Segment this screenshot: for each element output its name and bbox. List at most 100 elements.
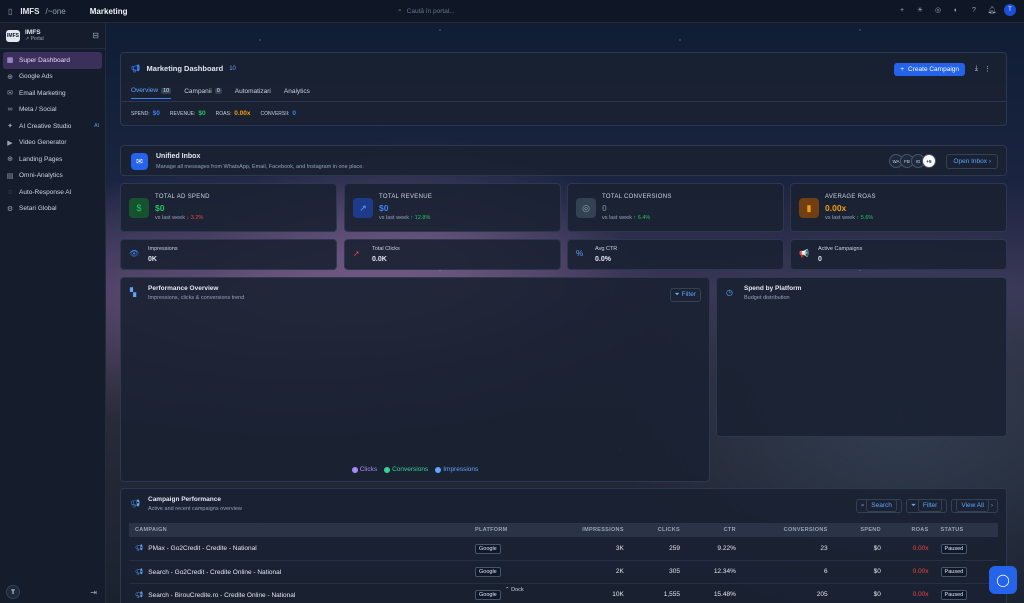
column-header[interactable]: IMPRESSIONS bbox=[542, 523, 630, 537]
view-all-button[interactable]: View All › bbox=[951, 499, 998, 513]
tab-label: Overview bbox=[131, 87, 159, 94]
table-row[interactable]: 📢︎ PMax - Go2Credit - Credite - National G… bbox=[129, 537, 998, 561]
kpi-value: $0 bbox=[155, 203, 165, 213]
legend-item[interactable]: Impressions bbox=[435, 466, 478, 473]
performance-subtitle: Impressions, clicks & conversions trend bbox=[148, 295, 245, 301]
mini-kpi-label: Impressions bbox=[148, 246, 178, 252]
sidebar-item-meta-social[interactable]: ∞ Meta / Social bbox=[3, 102, 102, 119]
grid-icon: ▦ bbox=[6, 57, 14, 65]
sidebar-item-label: Omni-Analytics bbox=[19, 172, 63, 180]
legend-item[interactable]: Conversions bbox=[384, 466, 428, 473]
column-header[interactable]: ROAS bbox=[887, 523, 935, 537]
create-campaign-button[interactable]: + Create Campaign bbox=[894, 63, 965, 76]
logout-icon[interactable]: ⇥ bbox=[90, 588, 97, 597]
sidebar-item-omni-analytics[interactable]: ▤ Omni-Analytics bbox=[3, 168, 102, 185]
search-icon: ⌕ bbox=[398, 7, 402, 14]
sidebar-item-super-dashboard[interactable]: ▦ Super Dashboard bbox=[3, 52, 102, 69]
search-button[interactable]: ⌕ Search bbox=[855, 499, 902, 513]
inbox-title: Unified Inbox bbox=[156, 153, 201, 160]
campaign-icon: 📢︎ bbox=[135, 545, 144, 553]
workspace-switcher[interactable]: IMFS IMFS ↗ Portal ⊟ bbox=[0, 23, 105, 49]
add-icon[interactable]: + bbox=[896, 4, 908, 16]
table-cell: 📢︎ Search - BirouCredite.ro - Credite Onl… bbox=[129, 583, 469, 603]
download-icon[interactable]: ⤓ bbox=[975, 65, 978, 73]
open-inbox-label: Open Inbox bbox=[953, 158, 988, 165]
user-avatar[interactable]: T bbox=[6, 585, 20, 599]
breadcrumb: Marketing bbox=[89, 6, 128, 16]
avatar[interactable]: T bbox=[1004, 4, 1016, 16]
filter-button[interactable]: ⏷ Filter bbox=[905, 499, 948, 513]
search-input[interactable]: ⌕ Caută în portal... bbox=[398, 4, 598, 18]
column-header[interactable]: CONVERSIONS bbox=[742, 523, 834, 537]
stat-item: SPEND: $0 bbox=[131, 110, 160, 117]
campaign-icon: 📢︎ bbox=[135, 568, 144, 576]
collapse-icon[interactable]: ⊟ bbox=[92, 31, 99, 40]
column-header[interactable]: CTR bbox=[686, 523, 742, 537]
inbox-icon: ✉ bbox=[131, 153, 148, 170]
column-header[interactable]: CLICKS bbox=[630, 523, 686, 537]
ai-badge: AI bbox=[94, 123, 99, 130]
sidebar-item-video-generator[interactable]: ▶ Video Generator bbox=[3, 135, 102, 152]
tab-overview[interactable]: Overview 10 bbox=[131, 87, 172, 99]
megaphone-icon: 📢︎ bbox=[130, 499, 141, 508]
campaigns-subtitle: Active and recent campaigns overview bbox=[148, 506, 242, 512]
sidebar-item-google-ads[interactable]: ⊕ Google Ads bbox=[3, 69, 102, 86]
legend-dot bbox=[351, 466, 358, 473]
spend-subtitle: Budget distribution bbox=[744, 295, 790, 301]
campaign-name: Search - Go2Credit - Credite Online - Na… bbox=[148, 568, 282, 576]
column-header[interactable]: PLATFORM bbox=[469, 523, 542, 537]
table-cell: 15.48% bbox=[686, 583, 742, 603]
table-row[interactable]: 📢︎ Search - BirouCredite.ro - Credite Onl… bbox=[129, 583, 998, 603]
clock-icon: ◷ bbox=[726, 288, 733, 297]
brand-logo[interactable]: IMFS /~one bbox=[20, 7, 65, 16]
sidebar-toggle-icon[interactable]: ▯ bbox=[8, 7, 12, 16]
legend-item[interactable]: Clicks bbox=[351, 466, 377, 473]
sidebar-item-landing-pages[interactable]: ⊕ Landing Pages bbox=[3, 151, 102, 168]
globe-icon[interactable]: ◎ bbox=[932, 4, 944, 16]
performance-filter-button[interactable]: ⏷ Filter bbox=[669, 288, 701, 302]
sidebar-item-email-marketing[interactable]: ✉ Email Marketing bbox=[3, 85, 102, 102]
column-header[interactable]: SPEND bbox=[834, 523, 887, 537]
chat-icon: ◌ bbox=[7, 188, 13, 196]
sidebar-item-ai-creative-studio[interactable]: ✦ AI Creative Studio AI bbox=[3, 118, 102, 135]
globe-icon: ⊕ bbox=[7, 156, 13, 164]
more-icon[interactable]: ⋮ bbox=[984, 65, 991, 73]
tab-analytics[interactable]: Analytics bbox=[284, 87, 310, 99]
tab-automatizari[interactable]: Automatizari bbox=[235, 87, 271, 99]
tab-campanii[interactable]: Campanii 0 bbox=[184, 87, 222, 99]
sidebar-item-auto-response-ai[interactable]: ◌ Auto-Response AI bbox=[3, 184, 102, 201]
kpi-trend: vs last week ↑ 6.4% bbox=[602, 215, 650, 221]
kpi-card: ↗ TOTAL REVENUE $0 vs last week ↑ 12.8% bbox=[344, 183, 561, 232]
table-row[interactable]: 📢︎ Search - Go2Credit - Credite Online - … bbox=[129, 560, 998, 584]
chat-bubble-icon: ◯ bbox=[996, 573, 1010, 587]
dock-toggle[interactable]: ⌃ Dock bbox=[505, 587, 524, 593]
chevron-right-icon: › bbox=[988, 158, 991, 165]
help-icon[interactable]: ? bbox=[968, 4, 980, 16]
mini-kpi-icon: 👁 bbox=[129, 249, 140, 258]
table-cell: 0.00x bbox=[886, 537, 935, 561]
search-placeholder: Caută în portal... bbox=[406, 7, 455, 15]
palette-icon[interactable]: ◐ bbox=[950, 4, 962, 16]
filter-label: Filter bbox=[681, 291, 696, 298]
stat-label: SPEND: bbox=[131, 111, 150, 117]
column-header[interactable]: STATUS bbox=[935, 523, 998, 537]
brand-name: IMFS bbox=[20, 6, 40, 16]
bell-icon[interactable]: 🔔︎ bbox=[986, 4, 998, 16]
sun-icon[interactable]: ☀ bbox=[914, 4, 926, 16]
column-header[interactable]: CAMPAIGN bbox=[129, 523, 469, 537]
trend-label: vs last week bbox=[825, 215, 855, 221]
kpi-label: TOTAL CONVERSIONS bbox=[602, 194, 672, 200]
stat-item: REVENUE: $0 bbox=[170, 110, 206, 117]
tab-label: Analytics bbox=[283, 87, 310, 95]
mini-kpi-icon: ➚ bbox=[353, 249, 360, 258]
mini-kpi-icon: % bbox=[576, 249, 584, 258]
search-button-label: Search bbox=[866, 499, 897, 512]
mini-kpi-card: ➚ Total Clicks 0.0K bbox=[344, 239, 561, 270]
kpi-value: 0.00x bbox=[825, 203, 847, 213]
sparkle-icon: ✦ bbox=[7, 123, 13, 131]
chat-widget-button[interactable]: ◯ bbox=[989, 566, 1017, 594]
table-cell: 305 bbox=[629, 560, 687, 584]
spend-title: Spend by Platform bbox=[744, 285, 802, 292]
open-inbox-button[interactable]: Open Inbox › bbox=[946, 154, 998, 169]
sidebar-item-setari-global[interactable]: ⚙ Setari Global bbox=[3, 201, 102, 218]
